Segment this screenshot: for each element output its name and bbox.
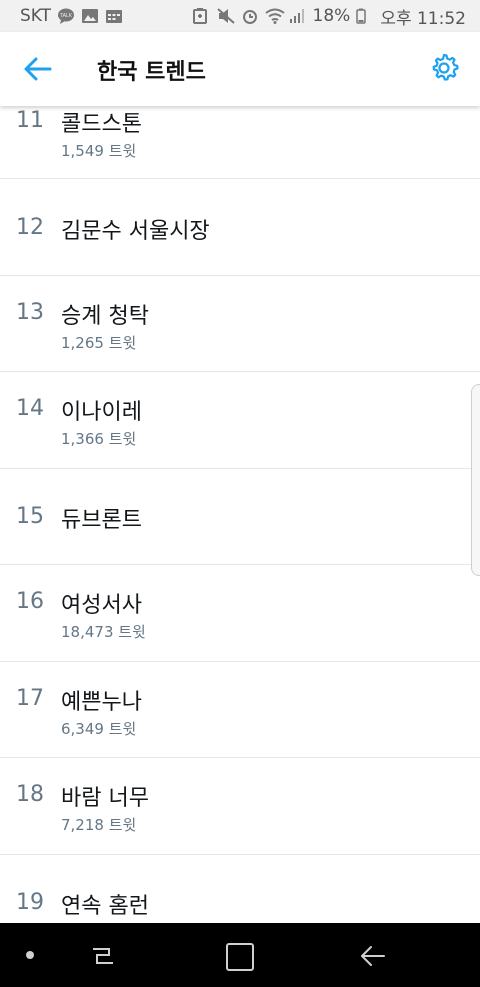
trend-name: 예쁜누나 bbox=[61, 690, 142, 715]
trend-rank: 12 bbox=[16, 215, 44, 240]
home-icon[interactable] bbox=[226, 943, 254, 971]
wifi-icon bbox=[264, 8, 285, 24]
trend-rank: 13 bbox=[16, 300, 44, 325]
list-item[interactable]: 17 예쁜누나 6,349 트윗 bbox=[0, 662, 480, 758]
battery-saver-icon bbox=[192, 8, 211, 24]
trend-rank: 16 bbox=[16, 589, 44, 614]
svg-text:TALK: TALK bbox=[60, 13, 73, 19]
assistant-dot-icon[interactable] bbox=[26, 951, 34, 959]
trend-count: 7,218 트윗 bbox=[61, 816, 137, 834]
list-item[interactable]: 11 콜드스톤 1,549 트윗 bbox=[0, 106, 480, 179]
trend-count: 6,349 트윗 bbox=[61, 720, 137, 738]
trend-name: 승계 청탁 bbox=[61, 304, 149, 329]
clock: 오후 11:52 bbox=[380, 8, 466, 29]
calendar-icon bbox=[105, 8, 123, 24]
trend-count: 1,265 트윗 bbox=[61, 334, 137, 352]
signal-icon bbox=[289, 8, 307, 24]
back-button[interactable] bbox=[18, 54, 58, 84]
trend-rank: 17 bbox=[16, 686, 44, 711]
settings-button[interactable] bbox=[428, 52, 460, 84]
trend-rank: 11 bbox=[16, 108, 44, 133]
list-item[interactable]: 19 연속 홈런 bbox=[0, 855, 480, 923]
back-icon[interactable] bbox=[358, 943, 386, 969]
battery-percent: 18% bbox=[312, 6, 351, 26]
trend-name: 연속 홈런 bbox=[61, 894, 149, 919]
battery-icon bbox=[356, 8, 374, 24]
trend-count: 1,366 트윗 bbox=[61, 430, 137, 448]
trends-list[interactable]: 11 콜드스톤 1,549 트윗 12 김문수 서울시장 13 승계 청탁 1,… bbox=[0, 106, 480, 923]
trend-count: 18,473 트윗 bbox=[61, 623, 146, 641]
list-item[interactable]: 15 듀브론트 bbox=[0, 469, 480, 565]
scroll-handle[interactable] bbox=[471, 384, 480, 576]
arrow-left-icon bbox=[18, 57, 58, 88]
trend-name: 콜드스톤 bbox=[61, 112, 142, 137]
navigation-bar bbox=[0, 923, 480, 987]
status-bar: SKT TALK 18% 오후 11:52 bbox=[0, 0, 480, 32]
trend-rank: 18 bbox=[16, 782, 44, 807]
carrier-label: SKT bbox=[20, 6, 52, 26]
gallery-icon bbox=[81, 8, 99, 24]
trend-rank: 15 bbox=[16, 504, 44, 529]
list-item[interactable]: 16 여성서사 18,473 트윗 bbox=[0, 565, 480, 662]
page-title: 한국 트렌드 bbox=[97, 60, 206, 85]
trend-count: 1,549 트윗 bbox=[61, 142, 137, 160]
trend-rank: 19 bbox=[16, 890, 44, 915]
recent-apps-icon[interactable] bbox=[90, 943, 116, 969]
list-item[interactable]: 14 이나이레 1,366 트윗 bbox=[0, 372, 480, 469]
list-item[interactable]: 18 바람 너무 7,218 트윗 bbox=[0, 758, 480, 855]
alarm-icon bbox=[241, 8, 259, 24]
trend-name: 여성서사 bbox=[61, 593, 142, 618]
trend-name: 김문수 서울시장 bbox=[61, 219, 210, 244]
list-item[interactable]: 13 승계 청탁 1,265 트윗 bbox=[0, 276, 480, 372]
list-item[interactable]: 12 김문수 서울시장 bbox=[0, 179, 480, 276]
trend-name: 이나이레 bbox=[61, 400, 142, 425]
trend-name: 듀브론트 bbox=[61, 508, 142, 533]
gear-icon bbox=[428, 53, 460, 88]
trend-name: 바람 너무 bbox=[61, 786, 149, 811]
talk-icon: TALK bbox=[57, 8, 75, 24]
app-bar: 한국 트렌드 bbox=[0, 32, 480, 106]
trend-rank: 14 bbox=[16, 396, 44, 421]
mute-icon bbox=[216, 8, 235, 24]
